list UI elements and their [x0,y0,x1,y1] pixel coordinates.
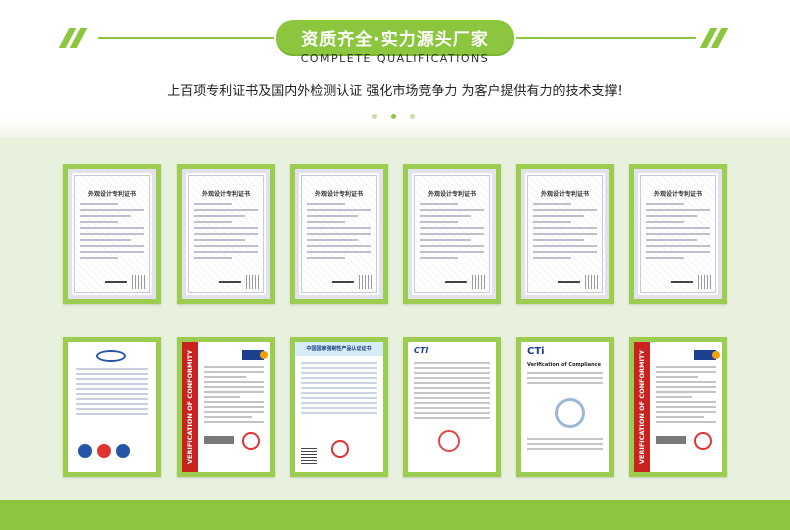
watermark-seal-icon [555,398,585,428]
certificate-text-lines [80,203,144,263]
left-divider-line [98,37,274,39]
barcode-icon [698,275,712,289]
signature-mark [218,273,244,283]
issuer-logo-icon [694,350,720,360]
accreditation-logos [78,444,130,458]
stamp-icon [694,432,712,450]
certificate-title: 外观设计专利证书 [87,191,136,198]
cti-logo: CTi [527,346,545,357]
right-stripes-decoration [699,28,729,48]
certificate-text-lines [307,203,371,263]
signature-mark [670,273,696,283]
certificate-text-lines [646,203,710,263]
cti-compliance-card[interactable]: CTi Verification of Compliance [516,337,614,477]
certificate-text-lines [533,203,597,263]
barcode-icon [472,275,486,289]
barcode-icon [246,275,260,289]
signature-mark [444,273,470,283]
carousel-dot-active[interactable] [391,114,396,119]
section-description: 上百项专利证书及国内外检测认证 强化市场竞争力 为客户提供有力的技术支撑! [167,84,623,99]
emblem-icon [96,350,126,362]
certificate-title: Verification of Compliance [527,362,602,368]
conformity-certificate-card[interactable]: VERIFICATION OF CONFORMITY [629,337,727,477]
signature-mark [557,273,583,283]
patent-certificate-card[interactable]: 外观设计专利证书 [63,164,161,304]
quality-system-certificate-card[interactable] [63,337,161,477]
patent-certificate-card[interactable]: 外观设计专利证书 [177,164,275,304]
issuer-logo-icon [242,350,268,360]
certificate-text-lines [420,203,484,263]
certificate-title: 外观设计专利证书 [201,191,250,198]
carousel-dots [372,114,415,119]
certificate-title: 外观设计专利证书 [314,191,363,198]
section-subtitle: COMPLETE QUALIFICATIONS [300,52,490,65]
qr-code-icon [301,448,317,464]
accreditation-logos [656,436,686,444]
certificate-text-lines [194,203,258,263]
certificate-title: 外观设计专利证书 [653,191,702,198]
patent-certificate-card[interactable]: 外观设计专利证书 [403,164,501,304]
cti-logo: CTI [414,346,429,355]
section-title: 资质齐全·实力源头厂家 [276,20,514,54]
footer-bar [0,500,790,530]
barcode-icon [132,275,146,289]
conformity-banner: VERIFICATION OF CONFORMITY [634,342,650,472]
stamp-icon [331,440,349,458]
certificate-title: 中国国家强制性产品认证证书 [306,346,372,352]
stamp-icon [438,430,460,452]
stamp-icon [242,432,260,450]
patent-certificate-card[interactable]: 外观设计专利证书 [516,164,614,304]
signature-mark [104,273,130,283]
certificate-title: 外观设计专利证书 [540,191,589,198]
signature-mark [331,273,357,283]
barcode-icon [359,275,373,289]
barcode-icon [585,275,599,289]
carousel-dot[interactable] [410,114,415,119]
conformity-certificate-card[interactable]: VERIFICATION OF CONFORMITY [177,337,275,477]
certificate-title: 外观设计专利证书 [427,191,476,198]
cti-test-report-card[interactable]: CTI [403,337,501,477]
accreditation-logos [204,436,234,444]
left-stripes-decoration [58,28,88,48]
patent-certificate-card[interactable]: 外观设计专利证书 [629,164,727,304]
carousel-dot[interactable] [372,114,377,119]
right-divider-line [516,37,696,39]
ccc-certificate-card[interactable]: 中国国家强制性产品认证证书 [290,337,388,477]
conformity-banner: VERIFICATION OF CONFORMITY [182,342,198,472]
patent-certificate-card[interactable]: 外观设计专利证书 [290,164,388,304]
